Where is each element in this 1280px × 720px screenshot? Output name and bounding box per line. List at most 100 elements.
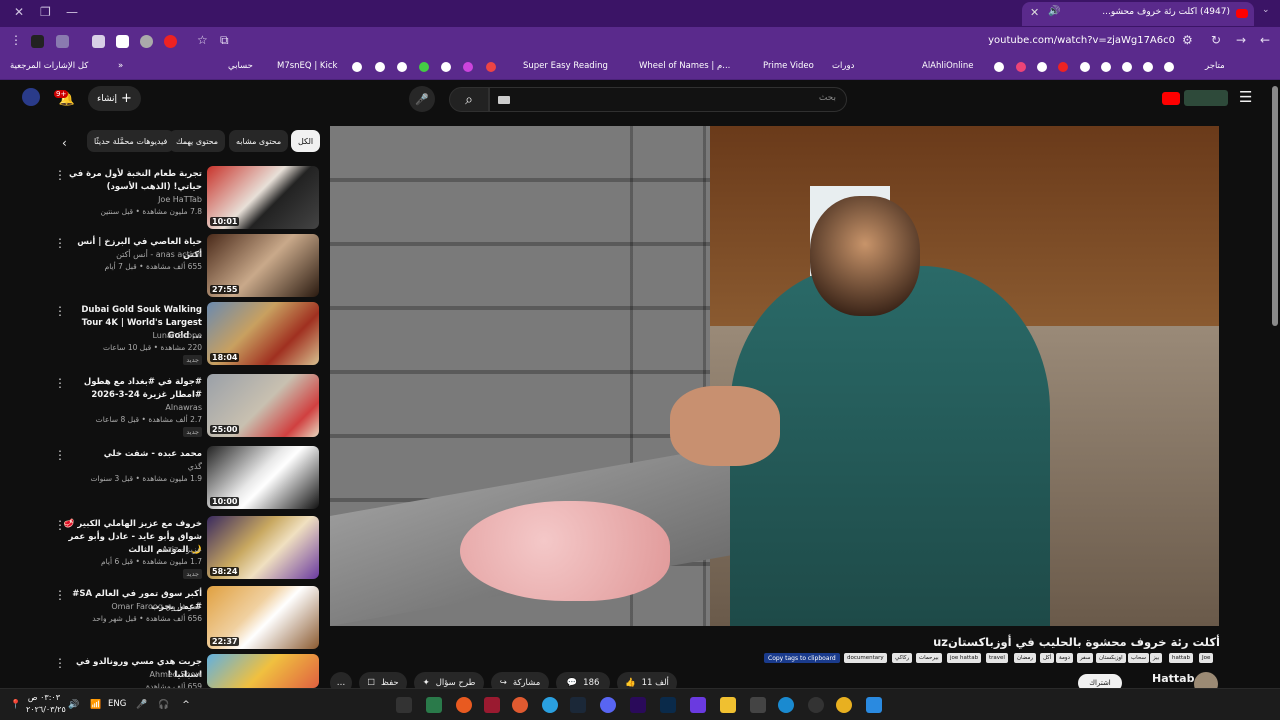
tag[interactable]: documentary xyxy=(844,653,887,663)
video-title[interactable]: محمد عبده - شفت خلي xyxy=(62,448,202,461)
extension-icon[interactable] xyxy=(140,35,153,48)
search-button[interactable]: ⌕ xyxy=(449,87,489,112)
file-explorer-icon[interactable] xyxy=(720,697,736,713)
input-language[interactable]: ENG xyxy=(108,699,126,709)
channel-name[interactable]: Joe HaTTab xyxy=(62,195,202,204)
search-input[interactable]: بحث xyxy=(489,87,847,112)
site-settings-icon[interactable]: ⚙ xyxy=(1182,33,1193,47)
bookmark-favicon-icon[interactable] xyxy=(1080,62,1090,72)
channel-name[interactable]: عمر فاروق Omar Farooq xyxy=(62,602,202,611)
extension-puzzle-icon[interactable] xyxy=(92,35,105,48)
app-icon[interactable] xyxy=(426,697,442,713)
bookmark-favicon-icon[interactable] xyxy=(463,62,473,72)
telegram-icon[interactable] xyxy=(542,697,558,713)
app-icon[interactable] xyxy=(690,697,706,713)
hamburger-menu-icon[interactable]: ☰ xyxy=(1239,88,1252,106)
bookmark-favicon-icon[interactable] xyxy=(1058,62,1068,72)
app-icon[interactable] xyxy=(750,697,766,713)
chip-all[interactable]: الكل xyxy=(291,130,321,152)
bookmark-favicon-icon[interactable] xyxy=(1164,62,1174,72)
extension-icon[interactable] xyxy=(116,35,129,48)
avatar[interactable] xyxy=(22,88,40,106)
chip-related[interactable]: محتوى مشابه xyxy=(229,130,289,152)
video-title[interactable]: تجربة طعام النخبة لأول مرة في حياتي! (ال… xyxy=(62,168,202,194)
tag[interactable]: بيرحمات xyxy=(916,653,942,663)
copy-tags-button[interactable]: Copy tags to clipboard xyxy=(764,653,840,663)
tab-search-icon[interactable]: ⌄ xyxy=(1262,5,1270,15)
youtube-logo-icon[interactable] xyxy=(1162,92,1180,105)
bookmark-favicon-icon[interactable] xyxy=(1101,62,1111,72)
bookmark-favicon-icon[interactable] xyxy=(419,62,429,72)
bookmark-favicon-icon[interactable] xyxy=(1122,62,1132,72)
bookmark-favicon-icon[interactable] xyxy=(352,62,362,72)
bookmark-item[interactable]: دورات xyxy=(832,61,854,71)
extension-icon[interactable] xyxy=(56,35,69,48)
brave-icon[interactable] xyxy=(456,697,472,713)
list-item[interactable]: ⋮ 10:01 تجربة طعام النخبة لأول مرة في حي… xyxy=(50,166,320,230)
bookmark-favicon-icon[interactable] xyxy=(1037,62,1047,72)
channel-name[interactable]: Ahmed Show xyxy=(62,670,202,679)
video-thumbnail[interactable]: 10:01 xyxy=(207,166,319,229)
video-thumbnail[interactable]: 27:55 xyxy=(207,234,319,297)
bookmark-item[interactable]: AlAhliOnline xyxy=(922,61,974,71)
restore-window-icon[interactable]: ❐ xyxy=(40,5,51,19)
bookmark-item[interactable]: متاجر xyxy=(1205,61,1225,71)
chrome-icon[interactable] xyxy=(836,697,852,713)
edge-icon[interactable] xyxy=(778,697,794,713)
chip-for-you[interactable]: محتوى يهمك xyxy=(169,130,226,152)
video-thumbnail[interactable]: 25:00 xyxy=(207,374,319,437)
tag[interactable]: Joe xyxy=(1199,653,1214,663)
clock[interactable]: ٠٣:٠٣ ص ٢٠٢٦/٠٣/٢٥ xyxy=(26,692,66,716)
bookmark-item[interactable]: M7snEQ | Kick xyxy=(277,61,337,71)
bookmark-item[interactable]: Super Easy Reading xyxy=(523,61,608,71)
video-thumbnail[interactable]: 10:00 xyxy=(207,446,319,509)
bookmark-item[interactable]: Wheel of Names | م... xyxy=(639,61,730,71)
list-item[interactable]: ⋮ 18:04 Dubai Gold Souk Walking Tour 4K … xyxy=(50,302,320,366)
discord-icon[interactable] xyxy=(600,697,616,713)
bookmark-favicon-icon[interactable] xyxy=(1016,62,1026,72)
tag[interactable]: أكل xyxy=(1040,653,1055,663)
photoshop-icon[interactable] xyxy=(660,697,676,713)
video-thumbnail[interactable]: 22:37 xyxy=(207,586,319,649)
chip-recent[interactable]: فيديوهات محمَّلة حديثًا xyxy=(87,130,175,152)
list-item[interactable]: ⋮ 10:00 محمد عبده - شفت خلي گذي 1.9 مليو… xyxy=(50,446,320,510)
app-icon[interactable] xyxy=(484,697,500,713)
channel-name[interactable]: Lunar Scope xyxy=(62,331,202,340)
channel-name[interactable]: گذي xyxy=(62,462,202,471)
tag[interactable]: joe hattab xyxy=(947,653,982,663)
volume-icon[interactable]: 🔊 xyxy=(66,697,82,713)
extension-icon[interactable] xyxy=(31,35,44,48)
tag[interactable]: hattab xyxy=(1169,653,1194,663)
channel-name[interactable]: Hattab xyxy=(1152,672,1194,685)
bookmark-favicon-icon[interactable] xyxy=(486,62,496,72)
close-window-icon[interactable]: ✕ xyxy=(14,5,24,19)
page-scrollbar[interactable] xyxy=(1272,86,1278,326)
menu-icon[interactable]: ⋮ xyxy=(10,33,22,47)
tag[interactable]: بيز xyxy=(1150,653,1163,663)
video-player[interactable] xyxy=(330,126,1219,626)
channel-name[interactable]: Alnawras xyxy=(62,403,202,412)
cast-icon[interactable]: ⧉ xyxy=(220,33,229,48)
extension-icon[interactable] xyxy=(164,35,177,48)
channel-name[interactable]: عزيز - Aziz xyxy=(62,545,202,554)
bookmark-favicon-icon[interactable] xyxy=(441,62,451,72)
tag[interactable]: رمضان xyxy=(1014,653,1037,663)
bookmark-favicon-icon[interactable] xyxy=(994,62,1004,72)
location-icon[interactable]: 📍 xyxy=(8,697,24,713)
all-bookmarks-link[interactable]: كل الإشارات المرجعية xyxy=(10,61,88,71)
list-item[interactable]: ⋮ 22:37 أكبر سوق تمور في العالم SA# #عمر… xyxy=(50,586,320,650)
bookmark-favicon-icon[interactable] xyxy=(397,62,407,72)
url-field[interactable]: youtube.com/watch?v=zjaWg17A6c0 xyxy=(988,35,1175,46)
list-item[interactable]: ⋮ 58:24 خروف مع عزيز الهاملي الكبير 🥩 شو… xyxy=(50,516,320,580)
tag[interactable]: سفر xyxy=(1077,653,1094,663)
headset-icon[interactable]: 🎧 xyxy=(156,697,172,713)
tag[interactable]: ركاكي xyxy=(892,653,913,663)
keyboard-icon[interactable] xyxy=(498,96,510,104)
tag[interactable]: travel xyxy=(986,653,1008,663)
minimize-window-icon[interactable]: — xyxy=(66,5,78,19)
bookmark-star-icon[interactable]: ☆ xyxy=(197,33,208,47)
bookmark-favicon-icon[interactable] xyxy=(1143,62,1153,72)
bookmark-item[interactable]: حسابي xyxy=(228,61,253,71)
video-thumbnail[interactable]: 18:04 xyxy=(207,302,319,365)
close-tab-icon[interactable]: ✕ xyxy=(1030,6,1039,19)
